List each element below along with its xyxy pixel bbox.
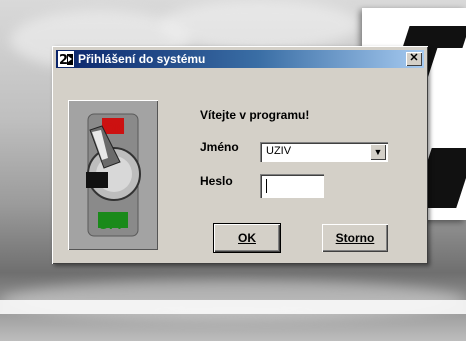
power-switch-image: ON OFF — [68, 100, 158, 250]
welcome-text: Vítejte v programu! — [200, 108, 310, 122]
password-label: Heslo — [200, 174, 233, 188]
cancel-button-label: Storno — [335, 231, 375, 245]
ok-button[interactable]: OK — [213, 223, 281, 253]
switch-off-label: OFF — [98, 216, 126, 232]
svg-text:2: 2 — [59, 53, 68, 67]
password-input[interactable] — [260, 174, 324, 198]
chevron-down-icon: ▼ — [373, 147, 383, 157]
title-bar[interactable]: 2 Přihlášení do systému ✕ — [56, 50, 424, 68]
username-select[interactable]: UZIV ▼ — [260, 142, 388, 162]
login-dialog: 2 Přihlášení do systému ✕ ON OFF Vítejte… — [52, 46, 428, 264]
background-stripe — [0, 300, 466, 314]
cancel-button[interactable]: Storno — [322, 224, 388, 252]
close-button[interactable]: ✕ — [406, 52, 422, 66]
app-icon: 2 — [58, 51, 74, 67]
banner-graphic — [402, 26, 466, 48]
username-value: UZIV — [266, 145, 292, 157]
ok-button-label: OK — [238, 231, 256, 245]
close-icon: ✕ — [409, 52, 419, 64]
text-caret — [266, 179, 267, 193]
username-label: Jméno — [200, 140, 239, 154]
dropdown-button[interactable]: ▼ — [370, 144, 386, 160]
background-cloud — [160, 0, 360, 50]
window-title: Přihlášení do systému — [78, 52, 206, 66]
switch-on-label: ON — [104, 120, 125, 136]
